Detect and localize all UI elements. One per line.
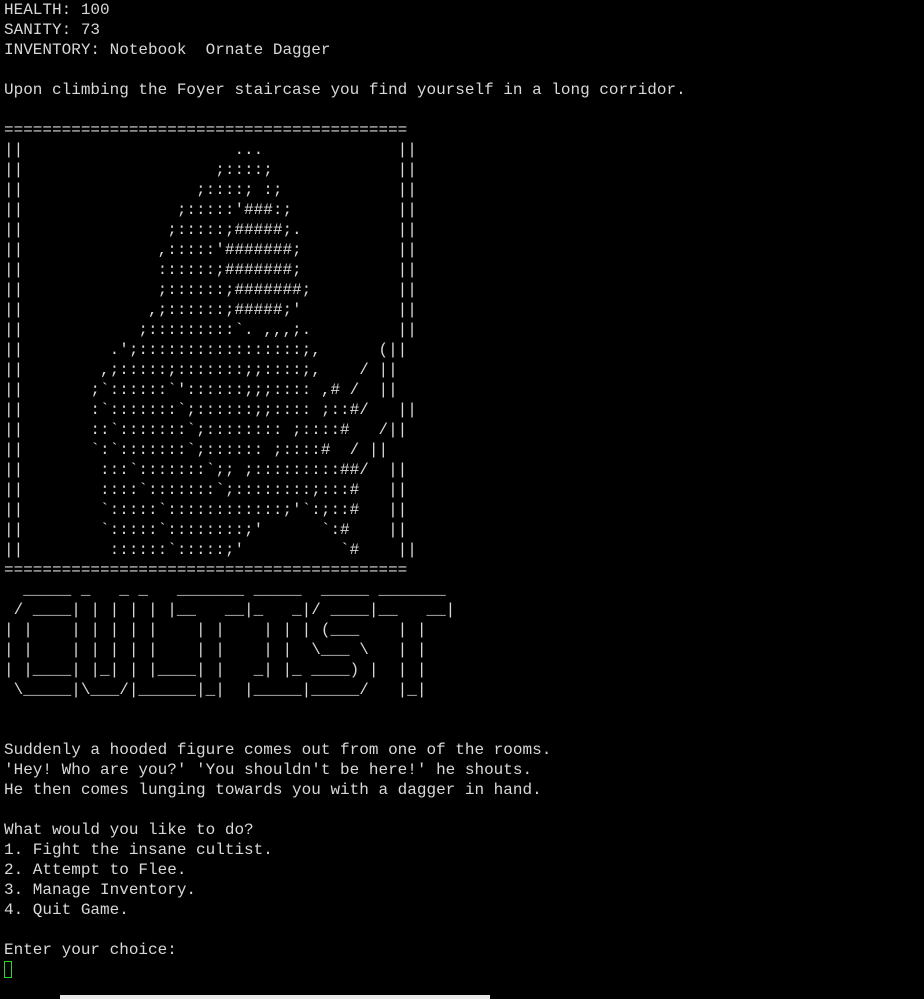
sanity-value: 73 — [80, 21, 101, 39]
terminal-output: HEALTH: 100 SANITY: 73 INVENTORY: Notebo… — [4, 0, 920, 980]
menu-option-flee: 2. Attempt to Flee. — [4, 861, 187, 879]
menu-prompt: What would you like to do? — [4, 821, 254, 839]
menu-option-quit: 4. Quit Game. — [4, 901, 129, 919]
narration-encounter-line: 'Hey! Who are you?' 'You shouldn't be he… — [4, 761, 533, 779]
narration-encounter-line: Suddenly a hooded figure comes out from … — [4, 741, 552, 759]
inventory-label: INVENTORY: — [4, 41, 101, 59]
health-line: HEALTH: 100 — [4, 0, 920, 20]
inventory-item: Ornate Dagger — [205, 41, 331, 59]
menu-option-fight: 1. Fight the insane cultist. — [4, 841, 273, 859]
sanity-label: SANITY: — [4, 21, 72, 39]
ascii-art-cultist-title: _____ _ _ _ _______ _____ _____ _______ … — [4, 581, 456, 699]
menu-option-inventory: 3. Manage Inventory. — [4, 881, 197, 899]
ascii-art-hooded-cultist: ========================================… — [4, 121, 417, 579]
health-value: 100 — [80, 1, 110, 19]
horizontal-scrollbar[interactable] — [60, 995, 490, 999]
input-prompt: Enter your choice: — [4, 941, 177, 959]
text-cursor[interactable] — [4, 961, 12, 978]
sanity-line: SANITY: 73 — [4, 20, 920, 40]
inventory-line: INVENTORY: Notebook Ornate Dagger — [4, 40, 920, 60]
input-line[interactable] — [4, 960, 920, 980]
health-label: HEALTH: — [4, 1, 72, 19]
narration-intro: Upon climbing the Foyer staircase you fi… — [4, 81, 686, 99]
inventory-item: Notebook — [109, 41, 187, 59]
narration-encounter-line: He then comes lunging towards you with a… — [4, 781, 542, 799]
